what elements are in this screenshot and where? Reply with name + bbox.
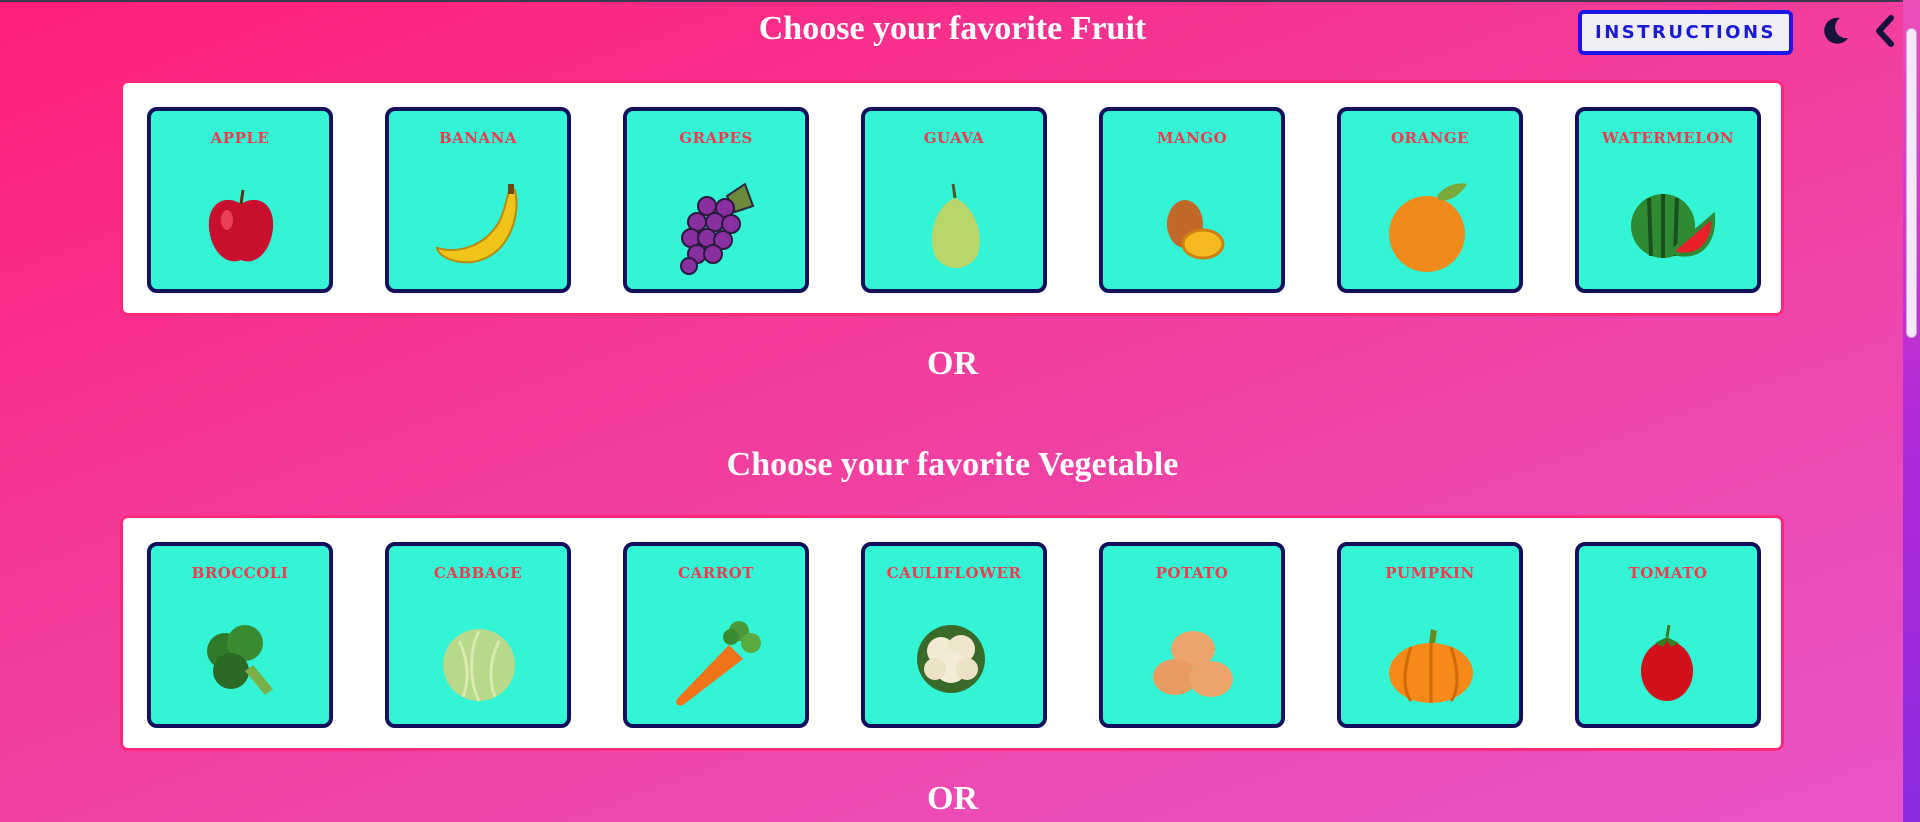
vegetable-card-tomato[interactable]: TOMATO xyxy=(1575,542,1761,728)
card-label: BROCCOLI xyxy=(191,564,289,582)
or-separator: OR xyxy=(927,780,978,817)
watermelon-icon xyxy=(1631,194,1716,258)
card-label: MANGO xyxy=(1156,129,1228,147)
carrot-icon xyxy=(676,621,761,706)
vegetable-card-broccoli[interactable]: BROCCOLI xyxy=(147,542,333,728)
broccoli-icon xyxy=(207,625,273,695)
card-label: CAULIFLOWER xyxy=(886,564,1022,582)
vegetable-card-pumpkin[interactable]: PUMPKIN xyxy=(1337,542,1523,728)
card-label: CARROT xyxy=(678,564,754,582)
vegetable-section-title: Choose your favorite Vegetable xyxy=(726,446,1179,483)
scrollbar-thumb[interactable] xyxy=(1906,28,1917,338)
cabbage-icon xyxy=(443,629,515,702)
card-label: BANANA xyxy=(438,129,517,147)
vegetable-card-potato[interactable]: POTATO xyxy=(1099,542,1285,728)
pumpkin-icon xyxy=(1389,629,1473,703)
fruit-card-watermelon[interactable]: WATERMELON xyxy=(1575,107,1761,293)
fruit-card-grapes[interactable]: GRAPES xyxy=(623,107,809,293)
apple-icon xyxy=(208,189,274,262)
vertical-scrollbar[interactable] xyxy=(1903,0,1920,822)
vegetable-card-cauliflower[interactable]: CAULIFLOWER xyxy=(861,542,1047,728)
vegetable-panel: BROCCOLI CABBAGE CARROT CAULIFLOWER POTA… xyxy=(120,515,1784,751)
card-label: POTATO xyxy=(1155,564,1229,582)
top-border xyxy=(0,0,1920,2)
vegetable-card-cabbage[interactable]: CABBAGE xyxy=(385,542,571,728)
orange-icon xyxy=(1389,183,1467,272)
guava-icon xyxy=(931,183,980,268)
fruit-card-mango[interactable]: MANGO xyxy=(1099,107,1285,293)
card-label: PUMPKIN xyxy=(1385,564,1475,582)
card-label: WATERMELON xyxy=(1601,129,1735,147)
fruit-card-banana[interactable]: BANANA xyxy=(385,107,571,293)
card-label: TOMATO xyxy=(1628,564,1708,582)
cauliflower-icon xyxy=(917,625,985,693)
fruit-card-orange[interactable]: ORANGE xyxy=(1337,107,1523,293)
vegetable-card-carrot[interactable]: CARROT xyxy=(623,542,809,728)
card-label: GRAPES xyxy=(679,129,753,147)
or-separator: OR xyxy=(927,345,978,382)
potato-icon xyxy=(1153,631,1233,697)
card-label: APPLE xyxy=(210,129,270,147)
fruit-card-guava[interactable]: GUAVA xyxy=(861,107,1047,293)
fruit-card-apple[interactable]: APPLE xyxy=(147,107,333,293)
card-label: ORANGE xyxy=(1390,129,1470,147)
card-label: CABBAGE xyxy=(433,564,523,582)
mango-icon xyxy=(1167,200,1225,260)
tomato-icon xyxy=(1641,624,1693,701)
fruit-panel: APPLE BANANA GRAPES GUAVA MANGO ORANGE W… xyxy=(120,80,1784,316)
banana-icon xyxy=(435,184,518,264)
card-label: GUAVA xyxy=(923,129,985,147)
fruit-section-title: Choose your favorite Fruit xyxy=(758,10,1147,47)
grapes-icon xyxy=(680,182,755,275)
